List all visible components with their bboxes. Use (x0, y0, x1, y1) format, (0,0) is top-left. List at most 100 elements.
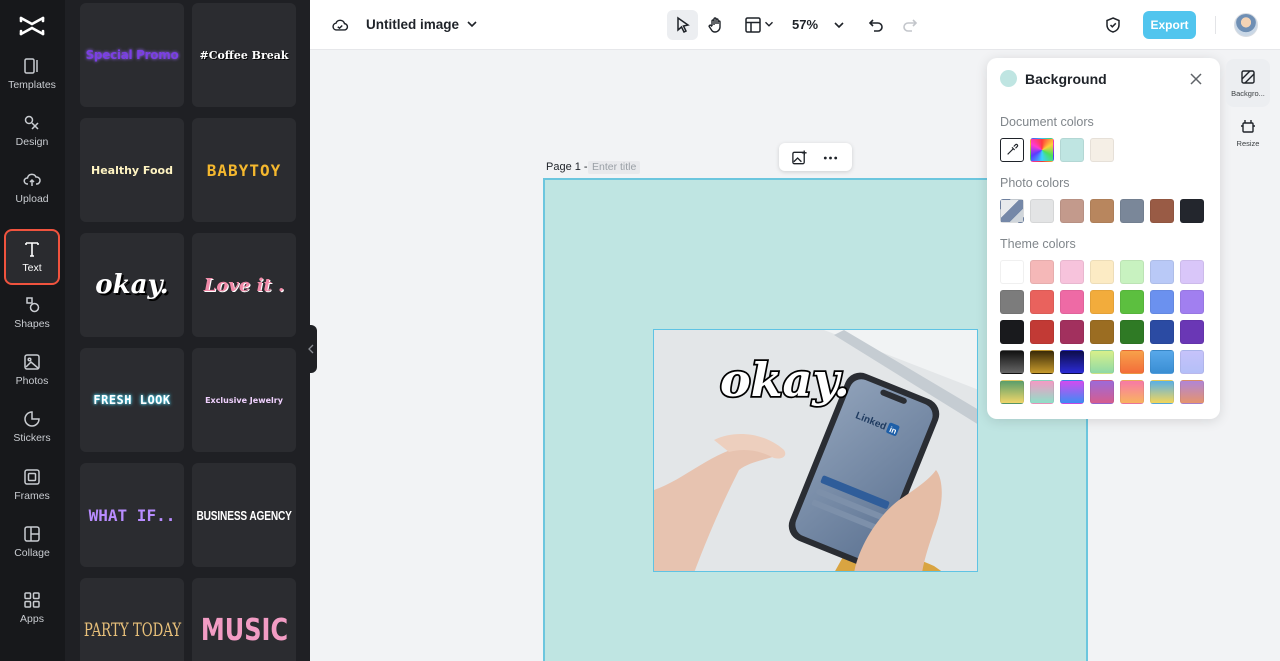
text-style-tile[interactable]: BABYTOY (192, 118, 296, 222)
photo-text-overlay[interactable]: okay. (718, 351, 851, 409)
text-style-tile[interactable]: Healthy Food (80, 118, 184, 222)
document-color-swatch[interactable] (1060, 138, 1084, 162)
theme-color-swatch[interactable] (1090, 380, 1114, 404)
layout-icon[interactable] (743, 15, 763, 35)
photo-color-swatch[interactable] (1030, 199, 1054, 223)
photo-thumbnail[interactable] (1000, 199, 1024, 223)
theme-color-swatch[interactable] (1030, 320, 1054, 344)
theme-color-swatch[interactable] (1150, 320, 1174, 344)
rail-item-upload[interactable]: Upload (3, 160, 61, 216)
more-options-icon[interactable] (822, 149, 839, 166)
theme-color-swatch[interactable] (1060, 260, 1084, 284)
theme-color-swatch[interactable] (1060, 350, 1084, 374)
resize-tool[interactable]: Resize (1226, 109, 1270, 157)
photo-color-swatch[interactable] (1180, 199, 1204, 223)
theme-color-swatch[interactable] (1150, 380, 1174, 404)
hand-pan-icon[interactable] (706, 15, 726, 35)
text-style-preview: Exclusive Jewelry (205, 395, 283, 405)
theme-color-swatch[interactable] (1030, 260, 1054, 284)
theme-color-swatch[interactable] (1120, 260, 1144, 284)
rail-item-photos[interactable]: Photos (3, 342, 61, 398)
rail-item-label: Photos (15, 375, 49, 387)
theme-color-swatch[interactable] (1150, 260, 1174, 284)
photo-color-swatch[interactable] (1120, 199, 1144, 223)
canvas-photo[interactable]: Linked in okay. (653, 329, 978, 572)
panel-collapse-handle[interactable] (305, 325, 317, 373)
text-style-tile[interactable]: Exclusive Jewelry (192, 348, 296, 452)
photo-color-swatch[interactable] (1090, 199, 1114, 223)
shield-check-icon[interactable] (1103, 15, 1123, 35)
redo-icon[interactable] (900, 15, 920, 35)
document-title[interactable]: Untitled image (366, 17, 459, 32)
text-style-tile[interactable]: MUSIC (192, 578, 296, 661)
theme-color-swatch[interactable] (1120, 350, 1144, 374)
theme-color-swatch[interactable] (1000, 260, 1024, 284)
eyedropper-icon[interactable] (1000, 138, 1024, 162)
theme-color-swatch[interactable] (1000, 290, 1024, 314)
theme-color-swatch[interactable] (1000, 350, 1024, 374)
title-dropdown-chevron-down-icon[interactable] (464, 16, 480, 32)
page-title-input[interactable]: Enter title (588, 161, 641, 174)
theme-color-swatch[interactable] (1090, 350, 1114, 374)
theme-color-swatch[interactable] (1120, 290, 1144, 314)
theme-color-swatch[interactable] (1150, 290, 1174, 314)
theme-color-swatch[interactable] (1180, 380, 1204, 404)
undo-icon[interactable] (866, 15, 886, 35)
theme-color-swatch[interactable] (1180, 320, 1204, 344)
add-image-icon[interactable] (791, 149, 808, 166)
background-tool[interactable]: Backgro... (1226, 59, 1270, 107)
rail-item-shapes[interactable]: Shapes (3, 285, 61, 341)
custom-color-picker[interactable] (1030, 138, 1054, 162)
text-style-preview: Love it . (203, 274, 285, 296)
zoom-level[interactable]: 57% (792, 17, 818, 32)
rail-item-design[interactable]: Design (3, 103, 61, 159)
theme-color-swatch[interactable] (1000, 380, 1024, 404)
text-style-tile[interactable]: PARTY TODAY (80, 578, 184, 661)
rail-item-collage[interactable]: Collage (3, 514, 61, 570)
theme-color-swatch[interactable] (1060, 320, 1084, 344)
theme-color-swatch[interactable] (1030, 350, 1054, 374)
avatar[interactable] (1234, 13, 1258, 37)
text-styles-panel: Special Promo #Coffee Break Healthy Food… (65, 0, 310, 661)
theme-color-swatch[interactable] (1180, 290, 1204, 314)
layout-dropdown-chevron-down-icon[interactable] (762, 17, 776, 31)
text-style-tile[interactable]: WHAT IF.. (80, 463, 184, 567)
rail-item-templates[interactable]: Templates (3, 46, 61, 102)
text-style-tile[interactable]: okay. (80, 233, 184, 337)
text-style-tile[interactable]: BUSINESS AGENCY (192, 463, 296, 567)
rail-item-stickers[interactable]: Stickers (3, 399, 61, 455)
cloud-sync-icon[interactable] (330, 15, 350, 35)
theme-color-swatch[interactable] (1000, 320, 1024, 344)
text-style-tile[interactable]: #Coffee Break (192, 3, 296, 107)
theme-color-swatch[interactable] (1090, 260, 1114, 284)
hand-holding-phone-image: Linked in okay. (654, 330, 977, 571)
close-icon[interactable] (1187, 70, 1205, 88)
document-color-swatch[interactable] (1090, 138, 1114, 162)
theme-color-swatch[interactable] (1180, 350, 1204, 374)
theme-color-swatch[interactable] (1030, 290, 1054, 314)
theme-color-swatch[interactable] (1150, 350, 1174, 374)
theme-color-swatch[interactable] (1180, 260, 1204, 284)
theme-color-swatch[interactable] (1060, 380, 1084, 404)
rail-item-text[interactable]: Text (4, 229, 60, 285)
export-button[interactable]: Export (1143, 11, 1196, 39)
photo-color-swatch[interactable] (1060, 199, 1084, 223)
rail-item-apps[interactable]: Apps (3, 580, 61, 636)
theme-color-swatch[interactable] (1120, 380, 1144, 404)
rail-item-label: Apps (20, 613, 44, 625)
theme-color-swatch[interactable] (1090, 290, 1114, 314)
text-style-tile[interactable]: FRESH LOOK (80, 348, 184, 452)
text-style-tile[interactable]: Love it . (192, 233, 296, 337)
photo-color-swatch[interactable] (1150, 199, 1174, 223)
text-icon (25, 242, 39, 257)
rail-item-frames[interactable]: Frames (3, 457, 61, 513)
text-style-tile[interactable]: Special Promo (80, 3, 184, 107)
document-colors-label: Document colors (1000, 115, 1094, 129)
theme-color-swatch[interactable] (1090, 320, 1114, 344)
theme-color-swatch[interactable] (1030, 380, 1054, 404)
select-pointer-icon[interactable] (667, 10, 698, 40)
zoom-dropdown-chevron-down-icon[interactable] (831, 17, 847, 33)
theme-color-swatch[interactable] (1060, 290, 1084, 314)
app-logo-icon[interactable] (17, 12, 47, 40)
theme-color-swatch[interactable] (1120, 320, 1144, 344)
